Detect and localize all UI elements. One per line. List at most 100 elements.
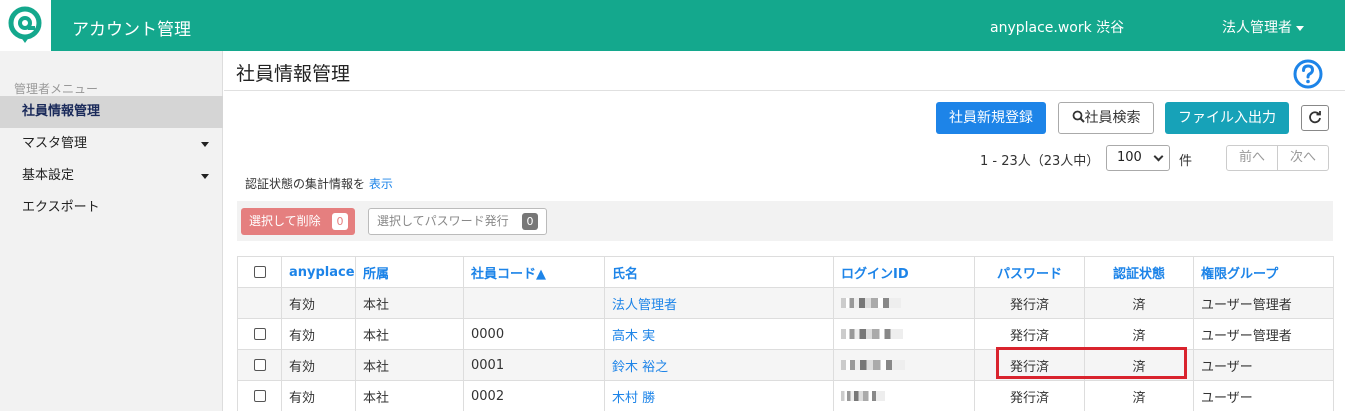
sidebar-item-employee-info[interactable]: 社員情報管理 (0, 96, 223, 128)
cell-code: 0000 (463, 318, 605, 350)
location-label: anyplace.work 渋谷 (990, 20, 1125, 36)
cell-password: 発行済 (974, 380, 1085, 411)
table-row: 有効 本社 0002 木村 勝 発行済 済 ユーザー (237, 380, 1334, 411)
cell-password: 発行済 (974, 287, 1085, 319)
sidebar-item-label: 社員情報管理 (22, 104, 101, 119)
row-checkbox[interactable] (253, 390, 266, 402)
login-id-redacted (841, 360, 905, 370)
caret-down-icon (201, 142, 209, 147)
next-page-button[interactable]: 次へ (1277, 145, 1329, 171)
app-logo[interactable] (0, 0, 51, 51)
delete-count-badge: 0 (332, 213, 348, 230)
per-page-unit: 件 (1179, 154, 1193, 169)
column-header-password[interactable]: パスワード (974, 256, 1085, 288)
bulk-password-button[interactable]: 選択してパスワード発行 0 (368, 208, 547, 235)
cell-name: 木村 勝 (604, 380, 834, 411)
sidebar-item-master[interactable]: マスタ管理 (0, 128, 223, 160)
login-id-redacted (841, 329, 903, 339)
prev-page-button[interactable]: 前へ (1226, 145, 1278, 171)
employee-name-link[interactable]: 高木 実 (612, 329, 655, 344)
table-row: 有効 本社 法人管理者 発行済 済 ユーザー管理者 (237, 287, 1334, 319)
column-header-dept[interactable]: 所属 (355, 256, 464, 288)
sidebar-item-label: 基本設定 (22, 168, 75, 183)
cell-group: ユーザー (1193, 349, 1334, 381)
cell-code: 0002 (463, 380, 605, 411)
cell-auth: 済 (1084, 287, 1194, 319)
sidebar-item-label: エクスポート (22, 200, 100, 215)
bulk-delete-button[interactable]: 選択して削除 0 (241, 208, 355, 235)
cell-group: ユーザー (1193, 380, 1334, 411)
sidebar-item-label: マスタ管理 (22, 136, 88, 151)
help-icon[interactable] (1293, 59, 1323, 89)
cell-anyplace: 有効 (281, 287, 356, 319)
employee-search-label: 社員検索 (1084, 110, 1141, 126)
employee-name-link[interactable]: 法人管理者 (612, 298, 677, 313)
row-select-cell (237, 318, 282, 350)
cell-anyplace: 有効 (281, 380, 356, 411)
cell-dept: 本社 (355, 380, 464, 411)
employee-name-link[interactable]: 木村 勝 (612, 391, 655, 406)
cell-name: 高木 実 (604, 318, 834, 350)
cell-group: ユーザー管理者 (1193, 318, 1334, 350)
table-row: 有効 本社 0000 高木 実 発行済 済 ユーザー管理者 (237, 318, 1334, 350)
cell-dept: 本社 (355, 349, 464, 381)
select-all-cell (237, 256, 282, 288)
row-select-cell (237, 349, 282, 381)
cell-dept: 本社 (355, 287, 464, 319)
auth-summary: 認証状態の集計情報を 表示 (245, 175, 393, 192)
new-employee-button[interactable]: 社員新規登録 (936, 102, 1046, 134)
cell-name: 鈴木 裕之 (604, 349, 834, 381)
cell-dept: 本社 (355, 318, 464, 350)
title-divider (224, 90, 1345, 91)
cell-anyplace: 有効 (281, 318, 356, 350)
cell-group: ユーザー管理者 (1193, 287, 1334, 319)
column-header-anyplace[interactable]: anyplace (281, 256, 356, 288)
bulk-delete-label: 選択して削除 (249, 214, 321, 228)
bulk-password-label: 選択してパスワード発行 (377, 214, 509, 228)
column-header-group[interactable]: 権限グループ (1193, 256, 1334, 288)
refresh-icon (1309, 111, 1321, 124)
cell-login-id (833, 287, 975, 319)
sidebar-heading: 管理者メニュー (14, 82, 99, 96)
app-title: アカウント管理 (72, 20, 191, 40)
cell-code: 0001 (463, 349, 605, 381)
cell-login-id (833, 318, 975, 350)
cell-password: 発行済 (974, 318, 1085, 350)
row-checkbox[interactable] (253, 359, 266, 371)
caret-down-icon (1296, 25, 1304, 31)
employee-name-link[interactable]: 鈴木 裕之 (612, 360, 668, 375)
page-title: 社員情報管理 (236, 63, 351, 85)
column-header-login-id[interactable]: ログインID (833, 256, 975, 288)
login-id-redacted (841, 391, 885, 401)
cell-code (463, 287, 605, 319)
employee-table: anyplace 所属 社員コード▲ 氏名 ログインID パスワード 認証状態 … (237, 256, 1334, 411)
cell-anyplace: 有効 (281, 349, 356, 381)
column-header-code[interactable]: 社員コード▲ (463, 256, 605, 288)
search-icon (1072, 110, 1085, 123)
sidebar-item-export[interactable]: エクスポート (0, 192, 223, 224)
cell-auth: 済 (1084, 380, 1194, 411)
login-id-redacted (841, 298, 901, 308)
result-range: 1 - 23人（23人中） (980, 154, 1100, 169)
column-header-auth[interactable]: 認証状態 (1084, 256, 1194, 288)
logo-icon (8, 6, 42, 43)
row-select-cell (237, 380, 282, 411)
employee-search-button[interactable]: 社員検索 (1058, 102, 1154, 134)
refresh-button[interactable] (1301, 105, 1329, 131)
cell-login-id (833, 380, 975, 411)
auth-summary-text: 認証状態の集計情報を (245, 177, 366, 191)
user-menu-label: 法人管理者 (1222, 20, 1292, 36)
auth-summary-link[interactable]: 表示 (369, 177, 393, 191)
file-io-button[interactable]: ファイル入出力 (1165, 102, 1289, 134)
row-checkbox[interactable] (253, 328, 266, 340)
sidebar-item-basic-settings[interactable]: 基本設定 (0, 160, 223, 192)
cell-auth: 済 (1084, 318, 1194, 350)
per-page-select[interactable]: 100 (1106, 145, 1170, 171)
select-all-checkbox[interactable] (253, 266, 266, 278)
column-header-name[interactable]: 氏名 (604, 256, 834, 288)
row-select-cell (237, 287, 282, 319)
app-header: アカウント管理 anyplace.work 渋谷 法人管理者 (0, 0, 1345, 51)
cell-login-id (833, 349, 975, 381)
user-menu[interactable]: 法人管理者 (1222, 17, 1304, 37)
chevron-down-icon (1153, 151, 1164, 162)
